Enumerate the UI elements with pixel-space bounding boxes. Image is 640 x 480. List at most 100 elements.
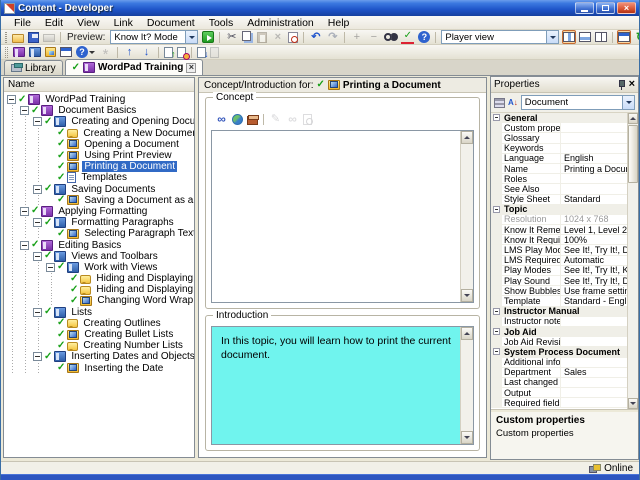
menu-view[interactable]: View bbox=[70, 16, 107, 30]
pin-icon[interactable] bbox=[616, 79, 626, 90]
tree-item-creating-number-lists[interactable]: ✓ Creating Number Lists bbox=[4, 340, 194, 352]
dropdown-arrow-icon[interactable] bbox=[185, 31, 198, 43]
collapse-expander-icon[interactable] bbox=[20, 206, 29, 216]
float-panel-button[interactable] bbox=[617, 30, 632, 44]
property-row-output[interactable]: Output bbox=[491, 388, 627, 399]
collapse-expander-icon[interactable] bbox=[493, 114, 500, 122]
concept-textarea[interactable] bbox=[211, 130, 474, 303]
minimize-button[interactable] bbox=[575, 2, 594, 14]
check-in-button[interactable] bbox=[163, 45, 176, 59]
collapse-expander-icon[interactable] bbox=[46, 262, 55, 272]
preview-mode-combo[interactable]: Know It? Mode bbox=[110, 30, 199, 44]
refresh-button[interactable] bbox=[633, 30, 639, 44]
restore-button[interactable] bbox=[596, 2, 615, 14]
property-row-department[interactable]: Department Sales bbox=[491, 367, 627, 378]
view-selector-combo[interactable]: Player view bbox=[441, 30, 560, 44]
spelling-button[interactable] bbox=[400, 30, 415, 44]
property-row-keywords[interactable]: Keywords bbox=[491, 143, 627, 154]
insert-package-button[interactable] bbox=[246, 112, 259, 126]
property-row-style-sheet[interactable]: Style Sheet Standard bbox=[491, 194, 627, 205]
view-outline-button[interactable] bbox=[562, 30, 577, 44]
help-button[interactable] bbox=[417, 30, 431, 44]
tree-item-lists[interactable]: ✓ Lists bbox=[4, 306, 194, 318]
tree-item-inserting-dates-and-objects[interactable]: ✓ Inserting Dates and Objects bbox=[4, 351, 194, 363]
property-row-additional-info-[interactable]: Additional info... bbox=[491, 357, 627, 368]
tree-item-label[interactable]: Selecting Paragraph Text bbox=[82, 228, 194, 239]
collapse-expander-icon[interactable] bbox=[33, 352, 42, 362]
property-category-topic[interactable]: Topic bbox=[491, 204, 627, 215]
collapse-expander-icon[interactable] bbox=[33, 251, 42, 261]
tab-close-icon[interactable]: × bbox=[186, 62, 197, 73]
tree-item-label[interactable]: Document Basics bbox=[56, 105, 138, 116]
tree-item-creating-a-new-document[interactable]: ✓ Creating a New Document bbox=[4, 127, 194, 139]
menu-administration[interactable]: Administration bbox=[240, 16, 321, 30]
tree-item-saving-a-document-as-a-new-file[interactable]: ✓ Saving a Document as a New File bbox=[4, 194, 194, 206]
tree-item-inserting-the-date[interactable]: ✓ Inserting the Date bbox=[4, 362, 194, 374]
scroll-up-icon[interactable] bbox=[628, 113, 638, 124]
find-button[interactable] bbox=[383, 30, 398, 44]
tree-item-using-print-preview[interactable]: ✓ Using Print Preview bbox=[4, 149, 194, 162]
property-row-know-it-requi-[interactable]: Know It Requi...100% bbox=[491, 235, 627, 246]
property-row-resolution[interactable]: Resolution 1024 x 768 bbox=[491, 214, 627, 226]
dropdown-arrow-icon[interactable] bbox=[622, 96, 634, 109]
tab-library[interactable]: Library bbox=[4, 60, 63, 75]
tree-item-opening-a-document[interactable]: ✓ Opening a Document bbox=[4, 138, 194, 150]
check-out-button[interactable] bbox=[176, 45, 190, 60]
tree-item-wordpad-training[interactable]: ✓ WordPad Training bbox=[4, 94, 194, 106]
property-value[interactable]: 100% bbox=[561, 235, 627, 245]
property-row-show-bubbles[interactable]: Show BubblesUse frame settings bbox=[491, 286, 627, 297]
collapse-expander-icon[interactable] bbox=[493, 307, 500, 315]
new-topic-button[interactable] bbox=[44, 45, 57, 59]
property-category-instructor-manual[interactable]: Instructor Manual bbox=[491, 306, 627, 317]
tree-item-label[interactable]: Views and Toolbars bbox=[69, 251, 159, 262]
tree-item-hiding-and-displaying-the-ruler[interactable]: ✓ Hiding and Displaying the Ruler bbox=[4, 273, 194, 285]
tree-item-views-and-toolbars[interactable]: ✓ Views and Toolbars bbox=[4, 250, 194, 262]
tree-item-label[interactable]: Inserting the Date bbox=[82, 363, 165, 374]
introduction-scrollbar[interactable] bbox=[460, 326, 473, 444]
scroll-down-icon[interactable] bbox=[628, 398, 638, 409]
categorized-view-icon[interactable] bbox=[494, 97, 505, 108]
property-value[interactable]: Sales bbox=[561, 367, 627, 377]
collapse-expander-icon[interactable] bbox=[493, 205, 500, 213]
open-button[interactable] bbox=[11, 30, 25, 44]
scroll-down-icon[interactable] bbox=[461, 431, 473, 444]
property-value[interactable]: English bbox=[561, 153, 627, 163]
property-row-play-sound[interactable]: Play SoundSee It!, Try It!, Do... bbox=[491, 276, 627, 287]
tree-item-label[interactable]: Saving a Document as a New File bbox=[82, 195, 194, 206]
tree-item-label[interactable]: Work with Views bbox=[82, 262, 159, 273]
property-value[interactable]: Printing a Document bbox=[561, 164, 627, 174]
collapse-expander-icon[interactable] bbox=[20, 240, 29, 250]
property-row-instructor-notes[interactable]: Instructor notes bbox=[491, 316, 627, 327]
tree-item-creating-and-opening-documents[interactable]: ✓ Creating and Opening Documents bbox=[4, 116, 194, 128]
insert-web-page-button[interactable] bbox=[231, 112, 244, 126]
collapse-expander-icon[interactable] bbox=[20, 106, 29, 116]
property-value[interactable]: Use frame settings bbox=[561, 286, 627, 296]
menu-file[interactable]: File bbox=[7, 16, 38, 30]
tree-item-label[interactable]: Using Print Preview bbox=[82, 150, 173, 161]
tree-item-label[interactable]: Saving Documents bbox=[69, 184, 157, 195]
cut-button[interactable] bbox=[224, 30, 239, 44]
menu-document[interactable]: Document bbox=[140, 16, 202, 30]
property-row-template[interactable]: TemplateStandard - English bbox=[491, 296, 627, 307]
view-columns-button[interactable] bbox=[594, 30, 608, 44]
close-button[interactable]: × bbox=[617, 2, 636, 14]
property-value[interactable]: Automatic bbox=[561, 255, 627, 265]
tree-item-editing-basics[interactable]: ✓ Editing Basics bbox=[4, 239, 194, 251]
tree-item-saving-documents[interactable]: ✓ Saving Documents bbox=[4, 183, 194, 195]
copy-button[interactable] bbox=[241, 30, 254, 44]
move-up-button[interactable] bbox=[122, 45, 137, 59]
scroll-up-icon[interactable] bbox=[461, 131, 473, 144]
collapse-expander-icon[interactable] bbox=[33, 218, 42, 228]
property-value[interactable]: Standard bbox=[561, 194, 627, 204]
tab-wordpad-training[interactable]: ✓ WordPad Training × bbox=[64, 59, 204, 75]
scroll-down-icon[interactable] bbox=[461, 288, 473, 302]
property-value[interactable]: See It!, Try It!, Do... bbox=[561, 245, 627, 255]
property-row-last-changed-by[interactable]: Last changed by bbox=[491, 377, 627, 389]
collapse-expander-icon[interactable] bbox=[493, 348, 500, 356]
tree-item-applying-formatting[interactable]: ✓ Applying Formatting bbox=[4, 205, 194, 218]
tree-item-printing-a-document[interactable]: ✓ Printing a Document bbox=[4, 161, 194, 173]
collapse-expander-icon[interactable] bbox=[7, 95, 16, 105]
tree-item-label[interactable]: Opening a Document bbox=[82, 139, 181, 150]
property-value[interactable]: 1024 x 768 bbox=[561, 214, 627, 224]
property-value[interactable]: Standard - English bbox=[561, 296, 627, 306]
